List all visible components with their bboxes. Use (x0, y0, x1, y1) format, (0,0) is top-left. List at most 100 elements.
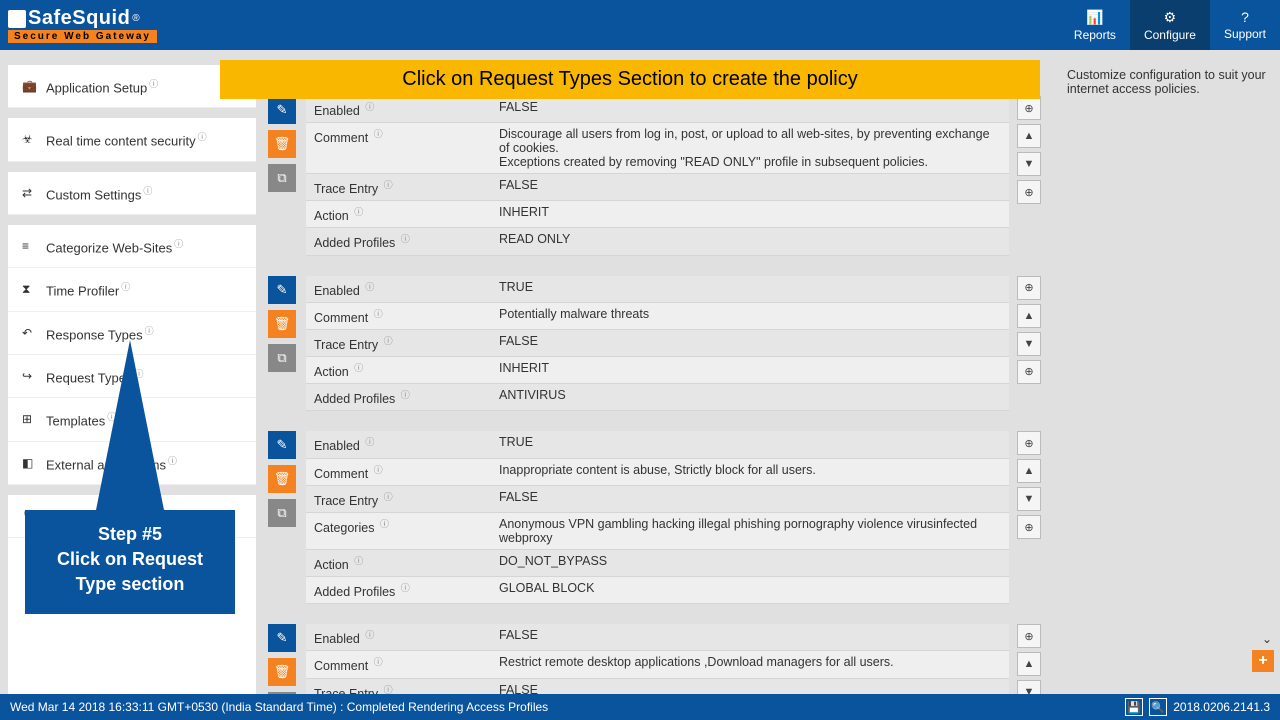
info-icon: ⓘ (384, 685, 393, 695)
info-icon: ⓘ (198, 132, 207, 142)
info-icon: ⓘ (380, 519, 389, 529)
move-up-icon[interactable]: ▲ (1017, 304, 1041, 328)
real-time-content-security-icon: ☣ (22, 132, 36, 146)
top-actions: 📊Reports⚙Configure?Support (1060, 0, 1280, 50)
policy-block: ✎ 🗑 ⧉ Enabled ⓘTRUEComment ⓘPotentially mal… (268, 276, 1043, 412)
policy-rows: Enabled ⓘFALSEComment ⓘRestrict remote d… (306, 624, 1009, 694)
top-btn-support[interactable]: ?Support (1210, 0, 1280, 50)
delete-icon[interactable]: 🗑 (268, 310, 296, 338)
logo-reg: ® (132, 13, 139, 24)
target-icon[interactable]: ⊕ (1017, 360, 1041, 384)
policy-side-actions: ⊕ ▲ ▼ ⊕ (1017, 276, 1043, 412)
info-icon: ⓘ (401, 583, 410, 593)
instruction-banner: Click on Request Types Section to create… (220, 60, 1040, 99)
clone-icon[interactable]: ⧉ (268, 164, 296, 192)
response-types-icon: ↶ (22, 326, 36, 340)
info-icon: ⓘ (365, 437, 374, 447)
move-down-icon[interactable]: ▼ (1017, 487, 1041, 511)
row-key: Enabled ⓘ (306, 276, 491, 302)
scroll-down-icon[interactable]: ⌄ (1262, 632, 1272, 646)
policy-row: Enabled ⓘFALSE (306, 624, 1009, 651)
target-icon[interactable]: ⊕ (1017, 431, 1041, 455)
request-types-icon: ↪ (22, 369, 36, 383)
info-icon: ⓘ (354, 556, 363, 566)
info-icon: ⓘ (374, 657, 383, 667)
target-icon[interactable]: ⊕ (1017, 96, 1041, 120)
row-value: INHERIT (491, 357, 1009, 383)
policy-row: Added Profiles ⓘANTIVIRUS (306, 384, 1009, 411)
row-value: FALSE (491, 174, 1009, 200)
row-key: Action ⓘ (306, 201, 491, 227)
move-down-icon[interactable]: ▼ (1017, 680, 1041, 694)
info-icon: ⓘ (354, 363, 363, 373)
row-key: Added Profiles ⓘ (306, 384, 491, 410)
info-icon: ⓘ (174, 239, 183, 249)
sidebar-divider (8, 162, 256, 172)
status-text: Wed Mar 14 2018 16:33:11 GMT+0530 (India… (10, 700, 548, 714)
sidebar-item-time-profiler[interactable]: ⧗Time Profilerⓘ (8, 268, 256, 311)
target-icon[interactable]: ⊕ (1017, 624, 1041, 648)
row-value: Anonymous VPN gambling hacking illegal p… (491, 513, 1009, 549)
row-key: Categories ⓘ (306, 513, 491, 549)
row-value: TRUE (491, 431, 1009, 457)
delete-icon[interactable]: 🗑 (268, 465, 296, 493)
save-icon[interactable]: 💾 (1125, 698, 1143, 716)
move-down-icon[interactable]: ▼ (1017, 332, 1041, 356)
row-value: FALSE (491, 330, 1009, 356)
row-key: Trace Entry ⓘ (306, 679, 491, 695)
target-icon[interactable]: ⊕ (1017, 515, 1041, 539)
row-key: Trace Entry ⓘ (306, 330, 491, 356)
policy-row: Comment ⓘDiscourage all users from log i… (306, 123, 1009, 174)
logo-sub: Secure Web Gateway (8, 30, 157, 43)
sidebar-item-categorize-web-sites[interactable]: ≡Categorize Web-Sitesⓘ (8, 225, 256, 268)
policy-row: Action ⓘINHERIT (306, 357, 1009, 384)
edit-icon[interactable]: ✎ (268, 276, 296, 304)
delete-icon[interactable]: 🗑 (268, 658, 296, 686)
sidebar-divider (8, 215, 256, 225)
move-up-icon[interactable]: ▲ (1017, 459, 1041, 483)
edit-icon[interactable]: ✎ (268, 431, 296, 459)
target-icon[interactable]: ⊕ (1017, 180, 1041, 204)
custom-settings-icon: ⇄ (22, 186, 36, 200)
policy-row: Categories ⓘAnonymous VPN gambling hacki… (306, 513, 1009, 550)
templates-icon: ⊞ (22, 412, 36, 426)
policy-side-actions: ⊕ ▲ ▼ ⊕ (1017, 96, 1043, 256)
row-value: GLOBAL BLOCK (491, 577, 1009, 603)
row-value: FALSE (491, 96, 1009, 122)
row-key: Action ⓘ (306, 357, 491, 383)
top-btn-reports[interactable]: 📊Reports (1060, 0, 1130, 50)
target-icon[interactable]: ⊕ (1017, 276, 1041, 300)
sidebar-item-application-setup[interactable]: 💼Application Setupⓘ (8, 65, 256, 108)
move-up-icon[interactable]: ▲ (1017, 124, 1041, 148)
top-bar: SafeSquid ® Secure Web Gateway 📊Reports⚙… (0, 0, 1280, 50)
search-icon[interactable]: 🔍 (1149, 698, 1167, 716)
clone-icon[interactable]: ⧉ (268, 344, 296, 372)
policy-row: Trace Entry ⓘFALSE (306, 174, 1009, 201)
sidebar-divider (8, 108, 256, 118)
status-bar: Wed Mar 14 2018 16:33:11 GMT+0530 (India… (0, 694, 1280, 720)
policy-side-actions: ⊕ ▲ ▼ (1017, 624, 1043, 694)
sidebar-item-real-time-content-security[interactable]: ☣Real time content securityⓘ (8, 118, 256, 161)
external-applications-icon: ◧ (22, 456, 36, 470)
add-button[interactable]: + (1252, 650, 1274, 672)
right-panel: Customize configuration to suit your int… (1055, 50, 1280, 694)
top-btn-configure[interactable]: ⚙Configure (1130, 0, 1210, 50)
row-key: Comment ⓘ (306, 651, 491, 677)
info-icon: ⓘ (168, 456, 177, 466)
row-value: DO_NOT_BYPASS (491, 550, 1009, 576)
policy-block: ✎🗑⧉Enabled ⓘFALSEComment ⓘDiscourage all… (268, 96, 1043, 256)
clone-icon[interactable]: ⧉ (268, 499, 296, 527)
row-key: Trace Entry ⓘ (306, 174, 491, 200)
time-profiler-icon: ⧗ (22, 282, 36, 297)
row-value: ANTIVIRUS (491, 384, 1009, 410)
row-key: Enabled ⓘ (306, 431, 491, 457)
move-up-icon[interactable]: ▲ (1017, 652, 1041, 676)
policy-rows: Enabled ⓘTRUEComment ⓘPotentially malwar… (306, 276, 1009, 412)
move-down-icon[interactable]: ▼ (1017, 152, 1041, 176)
callout-title: Step #5 (35, 522, 225, 547)
delete-icon[interactable]: 🗑 (268, 130, 296, 158)
sidebar-item-custom-settings[interactable]: ⇄Custom Settingsⓘ (8, 172, 256, 215)
edit-icon[interactable]: ✎ (268, 96, 296, 124)
info-icon: ⓘ (121, 282, 130, 292)
edit-icon[interactable]: ✎ (268, 624, 296, 652)
